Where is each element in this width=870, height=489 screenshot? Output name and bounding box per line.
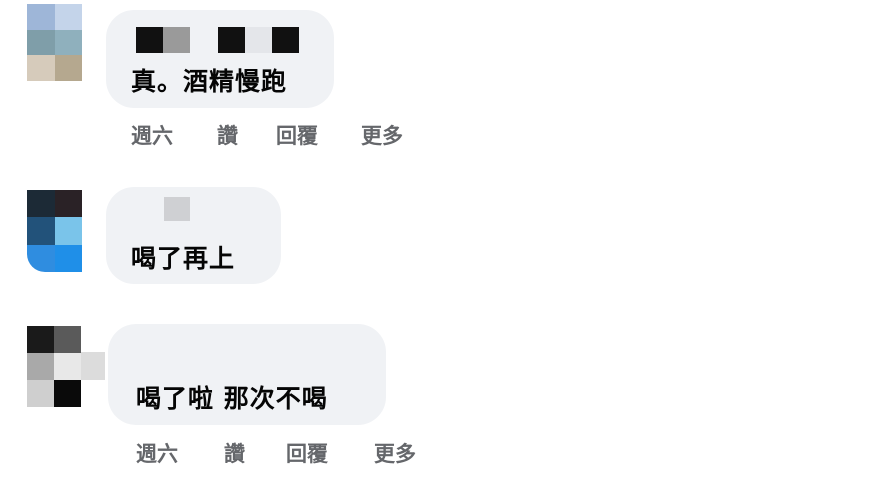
avatar-pixel	[27, 380, 54, 407]
avatar-pixel	[27, 4, 55, 30]
avatar-pixel	[27, 29, 55, 56]
avatar-pixel	[54, 353, 81, 380]
comment-timestamp[interactable]: 週六	[136, 438, 178, 468]
reply-button[interactable]: 回覆	[286, 438, 328, 468]
comment-text: 真。酒精慢跑	[131, 67, 288, 96]
more-button[interactable]: 更多	[374, 438, 416, 468]
reply-button[interactable]: 回覆	[276, 120, 318, 150]
comment-bubble: 喝了啦 那次不喝	[108, 324, 386, 425]
avatar-pixel	[54, 55, 82, 81]
avatar-pixel	[54, 244, 82, 272]
avatar-pixel	[54, 190, 82, 218]
comment-actions: 週六 讚 回覆 更多	[136, 438, 436, 466]
avatar-pixel	[54, 4, 82, 30]
comment-actions: 週六 讚 回覆 更多	[131, 120, 431, 148]
avatar-pixel	[54, 326, 81, 353]
avatar-pixel	[81, 352, 105, 380]
more-button[interactable]: 更多	[361, 120, 403, 150]
redacted-commenter-name[interactable]	[136, 27, 301, 53]
comment-bubble: 真。酒精慢跑	[106, 10, 334, 108]
avatar-pixel	[27, 217, 55, 245]
avatar-pixel	[54, 29, 82, 56]
avatar-pixel	[54, 380, 81, 407]
commenter-avatar[interactable]	[27, 190, 82, 272]
avatar-pixel	[27, 55, 55, 81]
avatar-pixel	[27, 353, 54, 380]
avatar-pixel	[54, 217, 82, 245]
comment-timestamp[interactable]: 週六	[131, 120, 173, 150]
redacted-commenter-name[interactable]	[164, 197, 190, 221]
like-button[interactable]: 讚	[224, 438, 245, 468]
commenter-avatar[interactable]	[27, 4, 82, 81]
avatar-pixel	[27, 190, 55, 218]
like-button[interactable]: 讚	[217, 120, 238, 150]
commenter-avatar[interactable]	[27, 326, 81, 407]
comment-text: 喝了再上	[131, 244, 236, 273]
comment-bubble: 喝了再上	[106, 187, 281, 284]
avatar-pixel	[27, 244, 55, 272]
avatar-pixel	[27, 326, 54, 353]
comment-text: 喝了啦 那次不喝	[136, 384, 328, 413]
